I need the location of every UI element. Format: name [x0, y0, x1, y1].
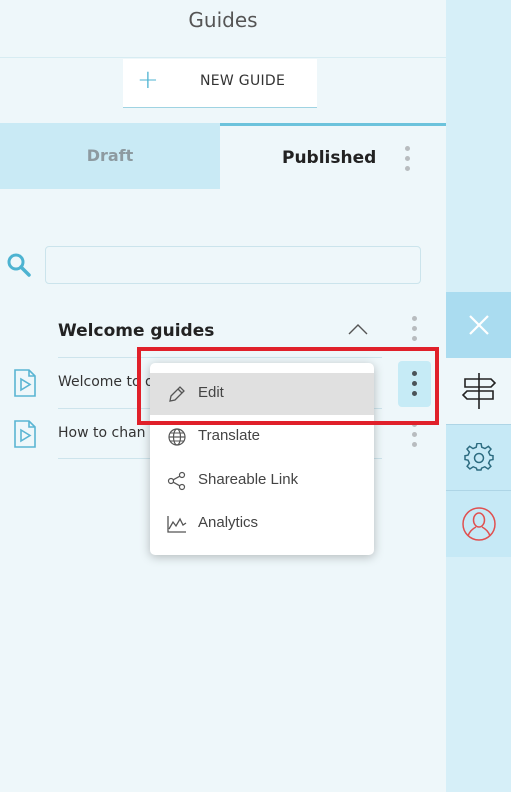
close-button[interactable]: [446, 292, 511, 358]
tabs-more-icon[interactable]: [405, 146, 410, 171]
document-play-icon: [14, 369, 36, 397]
new-guide-button[interactable]: + NEW GUIDE: [123, 59, 317, 108]
page-title: Guides: [188, 8, 258, 32]
menu-item-analytics[interactable]: Analytics: [150, 503, 374, 545]
header-divider: [0, 57, 446, 58]
pencil-icon: [169, 386, 185, 402]
close-icon: [468, 315, 489, 335]
new-guide-label: NEW GUIDE: [200, 73, 286, 89]
analytics-icon: [167, 516, 187, 533]
plus-icon: +: [137, 65, 159, 95]
menu-item-label: Analytics: [198, 514, 259, 531]
share-icon: [167, 471, 186, 491]
signpost-icon: [461, 373, 496, 409]
menu-item-label: Shareable Link: [198, 471, 299, 488]
document-play-icon: [14, 420, 36, 448]
guides-panel: Guides + NEW GUIDE Draft Published Welco…: [0, 0, 446, 792]
group-title: Welcome guides: [58, 321, 215, 341]
menu-item-translate[interactable]: Translate: [150, 416, 374, 458]
guide-item-how-to-change[interactable]: How to chan: [58, 425, 150, 441]
search-input[interactable]: [45, 246, 421, 284]
context-menu: Edit Translate Shareable Link Analytics: [150, 363, 374, 555]
gear-icon: [463, 443, 494, 471]
more-vertical-icon: [412, 371, 417, 396]
user-profile-button[interactable]: [446, 490, 511, 557]
menu-item-label: Translate: [198, 427, 260, 444]
group-more-icon[interactable]: [412, 316, 417, 341]
guides-nav-button[interactable]: [446, 358, 511, 424]
chevron-up-icon[interactable]: [347, 322, 369, 336]
globe-icon: [168, 428, 186, 446]
user-icon: [461, 507, 496, 541]
row-more-button-active[interactable]: [398, 361, 431, 407]
menu-item-edit[interactable]: Edit: [150, 373, 374, 415]
tab-draft[interactable]: Draft: [0, 123, 220, 189]
settings-button[interactable]: [446, 424, 511, 491]
tab-published[interactable]: Published: [220, 123, 446, 189]
search-icon: [7, 253, 31, 277]
menu-item-label: Edit: [198, 384, 224, 401]
guide-item-welcome[interactable]: Welcome to o: [58, 374, 158, 390]
row-divider: [58, 357, 382, 358]
tab-published-label: Published: [282, 148, 377, 168]
menu-item-shareable-link[interactable]: Shareable Link: [150, 460, 374, 502]
row-more-icon[interactable]: [412, 422, 417, 447]
